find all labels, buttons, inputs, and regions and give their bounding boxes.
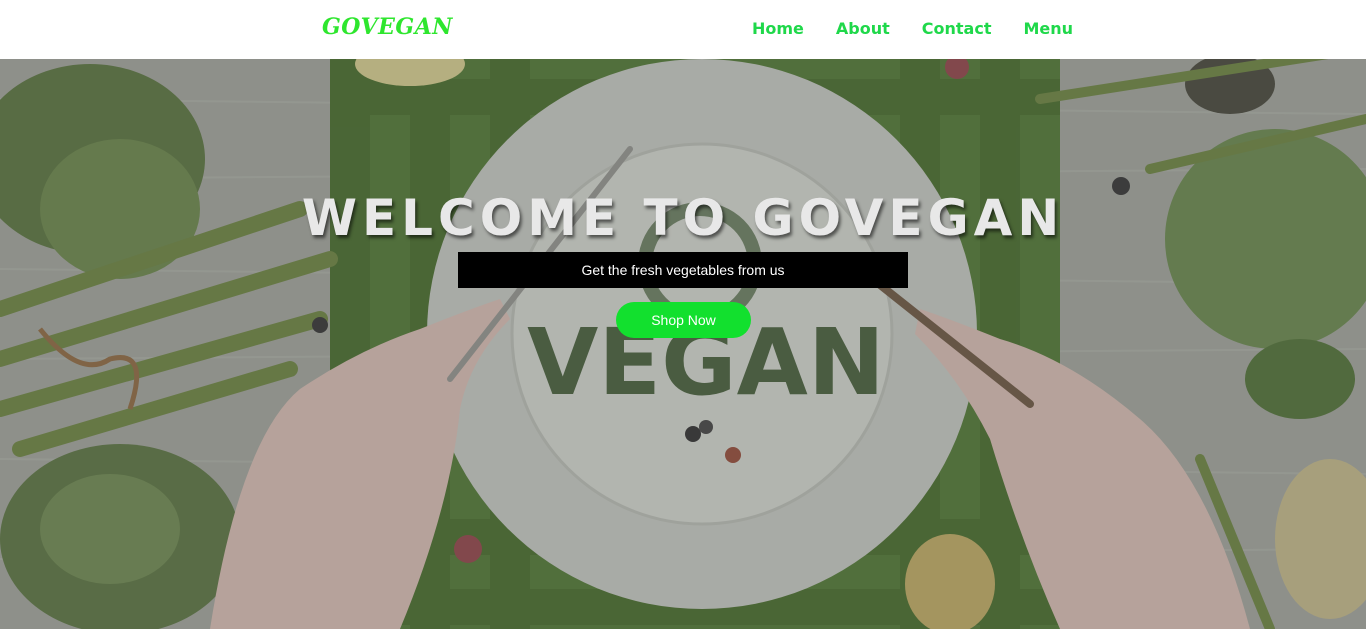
hero-section: VEGAN WELCOME TO GOVEGAN Get the fresh v… xyxy=(0,59,1366,629)
hero-tagline: Get the fresh vegetables from us xyxy=(458,252,908,288)
site-logo[interactable]: GOVEGAN xyxy=(322,14,453,40)
nav-link-menu[interactable]: Menu xyxy=(1023,19,1073,38)
hero-title: WELCOME TO GOVEGAN xyxy=(301,189,1065,247)
nav-link-about[interactable]: About xyxy=(836,19,890,38)
navbar: GOVEGAN Home About Contact Menu xyxy=(0,0,1366,59)
shop-now-button[interactable]: Shop Now xyxy=(616,302,751,338)
hero-overlay xyxy=(0,59,1366,629)
nav-links: Home About Contact Menu xyxy=(752,19,1073,38)
nav-link-home[interactable]: Home xyxy=(752,19,804,38)
nav-link-contact[interactable]: Contact xyxy=(922,19,992,38)
